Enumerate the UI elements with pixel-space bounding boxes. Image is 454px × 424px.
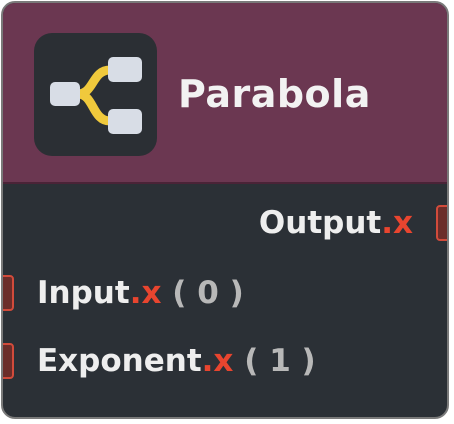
- exponent-pin-component: .x: [201, 343, 234, 379]
- input-pin-name: Input: [37, 275, 130, 311]
- node-header[interactable]: Parabola: [3, 3, 447, 184]
- input-port-x[interactable]: [3, 275, 14, 311]
- exponent-pin-value[interactable]: ( 1 ): [244, 343, 316, 379]
- input-pin-label: Input.x ( 0 ): [37, 273, 244, 313]
- exponent-port-x[interactable]: [3, 343, 14, 379]
- output-pin-label: Output.x: [259, 203, 413, 243]
- node-title: Parabola: [178, 72, 371, 116]
- input-pin-value[interactable]: ( 0 ): [172, 275, 244, 311]
- branch-split-icon-graphic: [50, 57, 142, 134]
- exponent-pin-label: Exponent.x ( 1 ): [37, 341, 316, 381]
- output-pin-component: .x: [381, 205, 413, 241]
- input-pin-component: .x: [129, 275, 162, 311]
- branch-split-icon: [34, 33, 157, 156]
- output-pin-name: Output: [258, 205, 382, 241]
- exponent-pin-name: Exponent: [37, 343, 202, 379]
- output-port-x[interactable]: [436, 205, 447, 241]
- parabola-node[interactable]: Parabola Output.x Input.x ( 0 ) Exponent…: [1, 1, 449, 419]
